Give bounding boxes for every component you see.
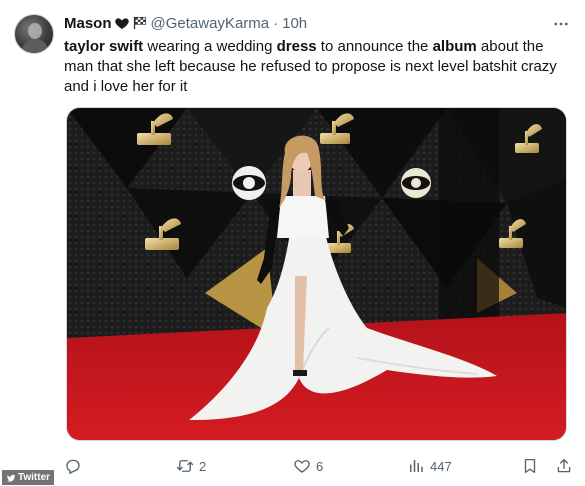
watermark-label: Twitter [18,472,51,483]
tweet-text-segment[interactable]: taylor swift [64,38,143,55]
author-display-name[interactable]: Mason [64,15,112,32]
views-button[interactable]: 447 [407,455,452,477]
like-count: 6 [316,458,324,474]
cbs-logo [401,168,431,198]
retweet-count: 2 [199,458,207,474]
tweet[interactable]: Mason @GetawayKarma · 10h taylor swift w… [0,0,585,486]
views-count: 447 [430,458,452,474]
tweet-timestamp[interactable]: 10h [282,15,307,32]
tweet-text-segment[interactable]: album [433,38,477,55]
checkered-flag-icon [133,16,146,30]
author-handle[interactable]: @GetawayKarma [151,15,270,32]
retweet-icon [176,460,194,472]
tweet-text-segment: to announce the [316,38,433,55]
share-button[interactable] [555,455,573,477]
like-button[interactable]: 6 [293,455,323,477]
views-icon [410,460,423,472]
avatar[interactable] [14,14,54,54]
bookmark-icon [524,458,536,474]
tweet-text-segment: wearing a wedding [143,38,277,55]
red-carpet-photo [67,108,566,440]
reply-button[interactable] [64,455,87,477]
retweet-button[interactable]: 2 [176,455,206,477]
cbs-logo [232,166,266,200]
tweet-text: taylor swift wearing a wedding dress to … [64,37,564,97]
black-heart-icon [114,18,129,29]
more-options-button[interactable] [551,14,571,34]
tweet-actions: 2 6 447 [64,455,574,477]
bookmark-button[interactable] [521,455,539,477]
twitter-bird-icon [6,474,16,482]
header-separator: · [273,14,279,32]
reply-icon [66,459,80,475]
share-icon [557,458,571,473]
heart-icon [294,460,310,473]
tweet-photo[interactable] [66,107,567,441]
twitter-watermark: Twitter [2,470,55,485]
more-dots-icon [554,22,568,26]
tweet-text-segment[interactable]: dress [277,38,317,55]
tweet-header: Mason @GetawayKarma · 10h [64,13,307,33]
